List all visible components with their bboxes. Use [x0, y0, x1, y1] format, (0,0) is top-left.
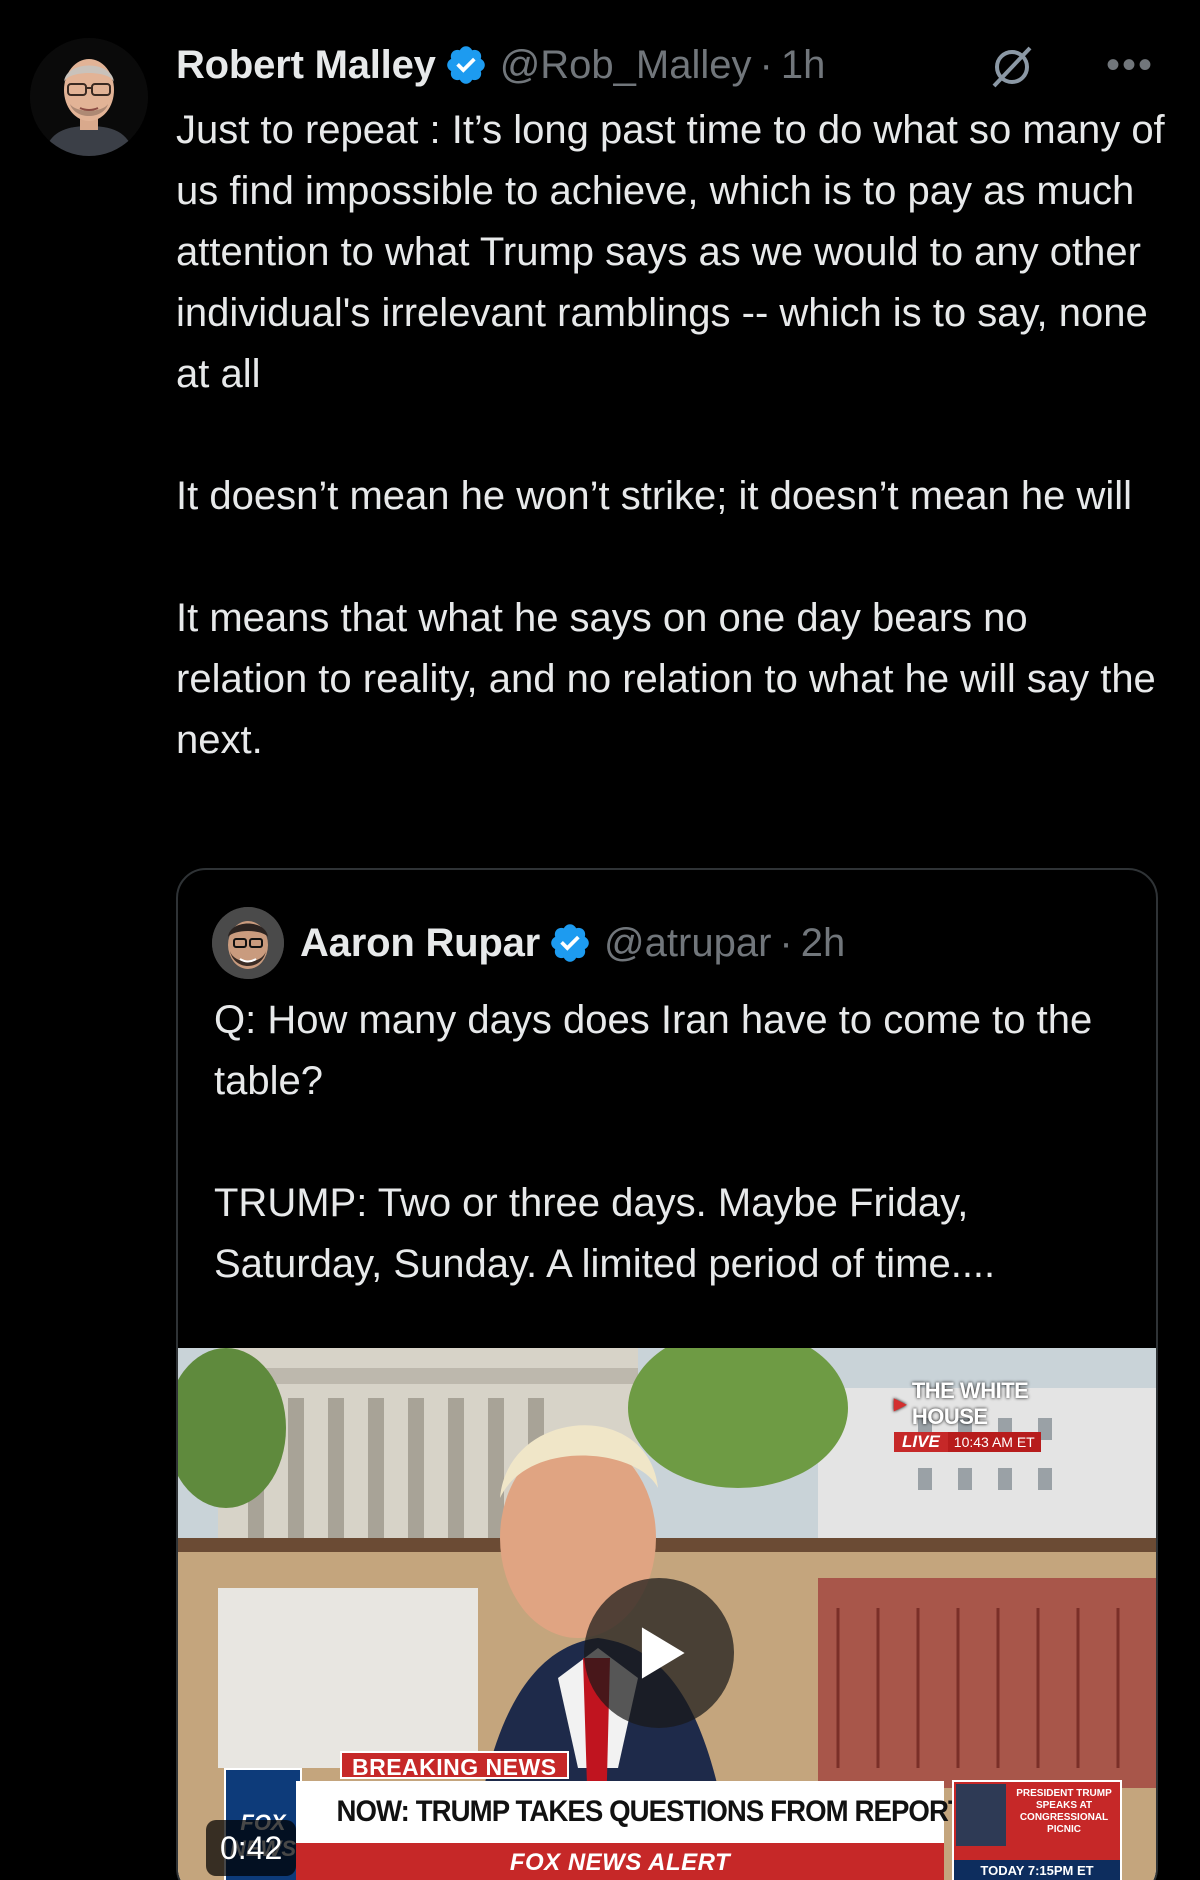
promo-photo — [956, 1784, 1006, 1846]
quoted-author-avatar[interactable] — [212, 907, 284, 979]
separator: · — [759, 42, 773, 87]
live-tag: LIVE — [894, 1432, 948, 1452]
verified-badge-icon — [444, 43, 488, 87]
quoted-timestamp[interactable]: 2h — [801, 921, 846, 966]
video-duration: 0:42 — [206, 1820, 297, 1876]
quoted-author-handle[interactable]: @atrupar — [604, 921, 771, 966]
alert-text: FOX NEWS ALERT — [509, 1849, 731, 1876]
triangle-icon: ▶ — [894, 1396, 906, 1413]
play-icon — [641, 1627, 685, 1679]
author-avatar[interactable] — [30, 38, 148, 156]
tweet-header: Robert Malley @Rob_Malley · 1h ••• — [176, 36, 1160, 94]
live-bug-title: THE WHITE HOUSE — [911, 1378, 1029, 1429]
quoted-paragraph: TRUMP: Two or three days. Maybe Friday, … — [214, 1181, 996, 1286]
alert-bar: FOX NEWS ALERT — [296, 1843, 944, 1880]
quoted-author-name[interactable]: Aaron Rupar — [300, 921, 540, 966]
more-icon[interactable]: ••• — [1100, 40, 1160, 90]
headline-bar: NOW: TRUMP TAKES QUESTIONS FROM REPORTER… — [296, 1781, 1019, 1843]
tweet[interactable]: Robert Malley @Rob_Malley · 1h ••• Just … — [0, 0, 1200, 1880]
author-handle[interactable]: @Rob_Malley — [500, 43, 752, 88]
breaking-news-tag: BREAKING NEWS — [340, 1751, 569, 1780]
promo-time: TODAY 7:15PM ET — [954, 1860, 1120, 1880]
quoted-tweet[interactable]: Aaron Rupar @atrupar · 2h Q: How many da… — [176, 868, 1158, 1880]
tweet-paragraph: It means that what he says on one day be… — [176, 596, 1156, 762]
quoted-paragraph: Q: How many days does Iran have to come … — [214, 998, 1093, 1103]
tweet-paragraph: Just to repeat : It’s long past time to … — [176, 108, 1165, 396]
tweet-text: Just to repeat : It’s long past time to … — [176, 100, 1166, 771]
play-button[interactable] — [584, 1578, 734, 1728]
quoted-tweet-header: Aaron Rupar @atrupar · 2h — [212, 907, 846, 979]
verified-badge-icon — [548, 921, 592, 965]
video-player[interactable]: ▶ THE WHITE HOUSE LIVE 10:43 AM ET FOX NE… — [178, 1348, 1156, 1880]
separator: · — [779, 920, 793, 965]
program-promo: PRESIDENT TRUMP SPEAKS AT CONGRESSIONAL … — [952, 1780, 1122, 1880]
live-clock: 10:43 AM ET — [947, 1432, 1041, 1452]
quoted-tweet-text: Q: How many days does Iran have to come … — [214, 990, 1134, 1295]
tweet-paragraph: It doesn’t mean he won’t strike; it does… — [176, 474, 1133, 518]
grok-icon[interactable] — [984, 42, 1040, 92]
headline-text: NOW: TRUMP TAKES QUESTIONS FROM REPORTER… — [336, 1795, 1018, 1828]
author-name[interactable]: Robert Malley — [176, 43, 436, 88]
promo-text: PRESIDENT TRUMP SPEAKS AT CONGRESSIONAL … — [1016, 1788, 1112, 1835]
live-bug: ▶ THE WHITE HOUSE LIVE 10:43 AM ET — [894, 1378, 1104, 1452]
timestamp[interactable]: 1h — [781, 43, 826, 88]
